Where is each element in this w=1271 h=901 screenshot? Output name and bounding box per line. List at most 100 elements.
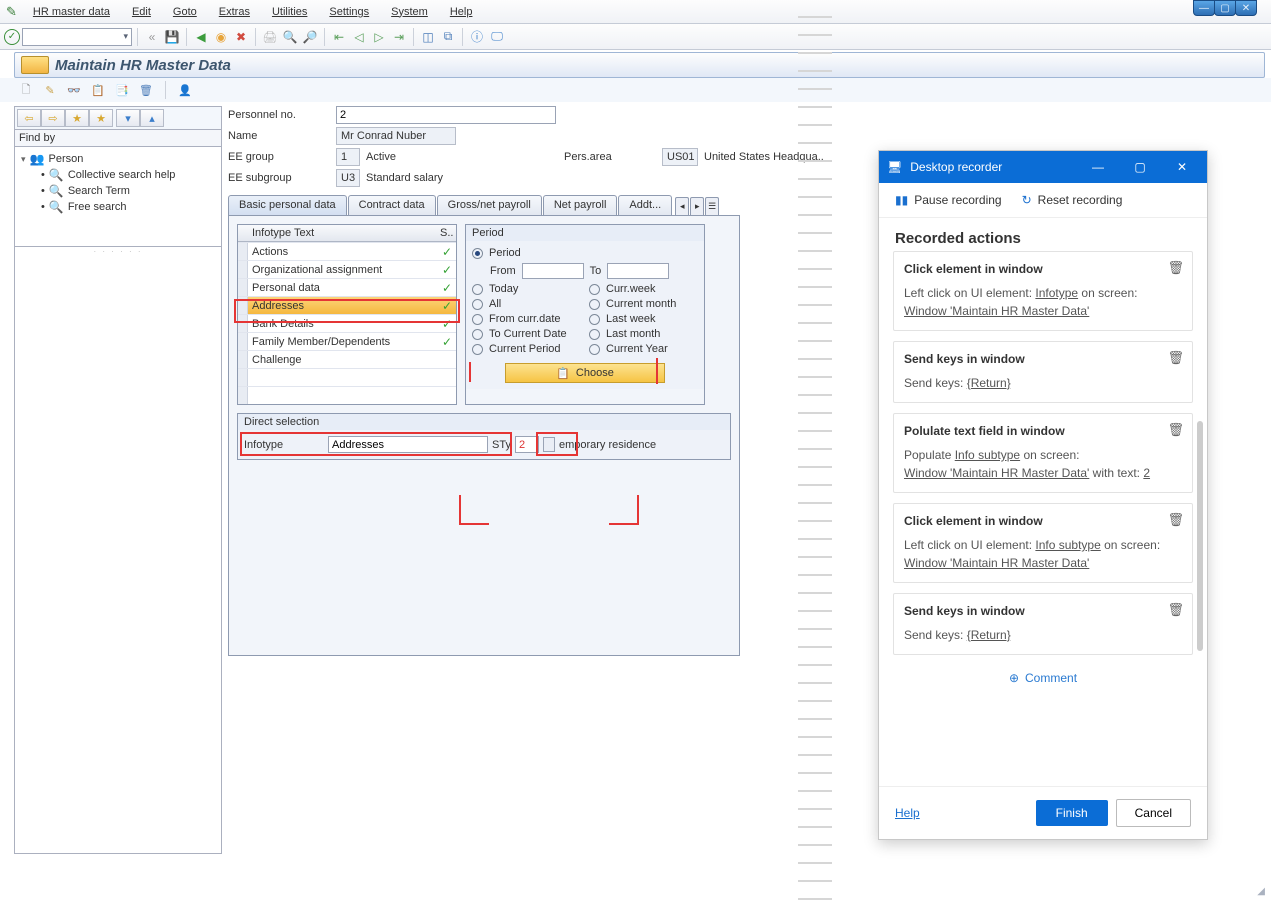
radio-last-week[interactable] [589, 314, 600, 325]
menu-hr-master-data[interactable]: HR master data [23, 4, 120, 20]
tab-scroll-left-icon[interactable]: ◂ [675, 197, 689, 215]
infotype-row[interactable]: Addresses✓ [238, 296, 456, 314]
infotype-row[interactable]: Actions✓ [238, 242, 456, 260]
tab-basic-personal-data[interactable]: Basic personal data [228, 195, 347, 215]
last-page-icon[interactable]: ⇥ [390, 28, 408, 46]
delete-action-icon[interactable]: 🗑 [1167, 350, 1184, 366]
tree-expand-icon[interactable]: ▾ [116, 109, 140, 127]
input-personnel-no[interactable] [336, 106, 556, 124]
infotype-row[interactable]: Challenge [238, 350, 456, 368]
infotype-row[interactable]: Organizational assignment✓ [238, 260, 456, 278]
tree-star1-icon[interactable]: ★ [65, 109, 89, 127]
menu-utilities[interactable]: Utilities [262, 4, 317, 20]
layout-icon[interactable]: 🖵 [488, 28, 506, 46]
radio-from-curr-date[interactable] [472, 314, 483, 325]
prev-page-icon[interactable]: ◁ [350, 28, 368, 46]
copy-icon[interactable]: 📋 [90, 82, 106, 98]
recorder-maximize-button[interactable]: ▢ [1123, 151, 1157, 183]
action-card[interactable]: 🗑Send keys in windowSend keys: {Return} [893, 593, 1193, 655]
action-card[interactable]: 🗑Polulate text field in windowPopulate I… [893, 413, 1193, 493]
pause-recording-button[interactable]: ▮▮Pause recording [895, 193, 1002, 207]
help-link[interactable]: Help [895, 806, 920, 820]
recorder-close-button[interactable]: ✕ [1165, 151, 1199, 183]
action-card[interactable]: 🗑Send keys in windowSend keys: {Return} [893, 341, 1193, 403]
input-sty[interactable] [515, 436, 539, 453]
find-next-icon[interactable]: 🔎 [301, 28, 319, 46]
menu-edit[interactable]: Edit [122, 4, 161, 20]
add-comment-button[interactable]: ⊕Comment [893, 665, 1193, 691]
radio-current-month[interactable] [589, 299, 600, 310]
display-icon[interactable]: 👓 [66, 82, 82, 98]
help-icon[interactable]: ⓘ [468, 28, 486, 46]
reset-recording-button[interactable]: ↻Reset recording [1022, 193, 1123, 207]
radio-to-current-date[interactable] [472, 329, 483, 340]
infotype-row[interactable]: Bank Details✓ [238, 314, 456, 332]
tab-list-icon[interactable]: ☰ [705, 197, 719, 215]
menu-extras[interactable]: Extras [209, 4, 260, 20]
action-card[interactable]: 🗑Click element in windowLeft click on UI… [893, 503, 1193, 583]
menu-system[interactable]: System [381, 4, 438, 20]
menu-settings[interactable]: Settings [319, 4, 379, 20]
next-page-icon[interactable]: ▷ [370, 28, 388, 46]
create-icon[interactable]: 🗋 [18, 82, 34, 98]
radio-all[interactable] [472, 299, 483, 310]
back-icon[interactable]: « [143, 28, 161, 46]
print-icon[interactable]: 🖨 [261, 28, 279, 46]
tree-collapse-icon[interactable]: ▴ [140, 109, 164, 127]
radio-current-period[interactable] [472, 344, 483, 355]
close-button[interactable]: ✕ [1235, 0, 1257, 16]
minimize-button[interactable]: — [1193, 0, 1215, 16]
search-help-icon[interactable] [543, 437, 555, 452]
nav-cancel-icon[interactable]: ✖ [232, 28, 250, 46]
radio-period[interactable] [472, 248, 483, 259]
command-field[interactable]: ▾ [22, 28, 132, 46]
tab-contract-data[interactable]: Contract data [348, 195, 436, 215]
scrollbar-thumb[interactable] [1197, 421, 1203, 651]
tab-gross-net-payroll[interactable]: Gross/net payroll [437, 195, 542, 215]
delete-action-icon[interactable]: 🗑 [1167, 260, 1184, 276]
input-infotype[interactable] [328, 436, 488, 453]
tab-additional[interactable]: Addt... [618, 195, 672, 215]
input-to[interactable] [607, 263, 669, 279]
infotype-row[interactable]: Family Member/Dependents✓ [238, 332, 456, 350]
change-icon[interactable]: ✎ [42, 82, 58, 98]
finish-button[interactable]: Finish [1036, 800, 1108, 826]
tree-item-free-search[interactable]: •🔍Free search [19, 199, 217, 215]
menu-goto[interactable]: Goto [163, 4, 207, 20]
tab-net-payroll[interactable]: Net payroll [543, 195, 618, 215]
delete-icon[interactable]: 🗑 [138, 82, 154, 98]
maximize-button[interactable]: ▢ [1214, 0, 1236, 16]
radio-last-month[interactable] [589, 329, 600, 340]
menu-help[interactable]: Help [440, 4, 483, 20]
input-from[interactable] [522, 263, 584, 279]
recorder-minimize-button[interactable]: — [1081, 151, 1115, 183]
radio-current-year[interactable] [589, 344, 600, 355]
delimit-icon[interactable]: 📑 [114, 82, 130, 98]
tree-back-icon[interactable]: ⇦ [17, 109, 41, 127]
tree-star2-icon[interactable]: ★ [89, 109, 113, 127]
nav-exit-icon[interactable]: ◉ [212, 28, 230, 46]
shortcut-icon[interactable]: ⧉ [439, 28, 457, 46]
tree-root-person[interactable]: ▾👥Person [19, 151, 217, 167]
find-icon[interactable]: 🔍 [281, 28, 299, 46]
nav-back-icon[interactable]: ◀ [192, 28, 210, 46]
overview-icon[interactable]: 👤 [177, 82, 193, 98]
choose-button[interactable]: 📋 Choose [505, 363, 665, 383]
new-session-icon[interactable]: ◫ [419, 28, 437, 46]
tree-item-collective-search[interactable]: •🔍Collective search help [19, 167, 217, 183]
delete-action-icon[interactable]: 🗑 [1167, 602, 1184, 618]
cancel-button[interactable]: Cancel [1116, 799, 1191, 827]
action-card[interactable]: 🗑Click element in windowLeft click on UI… [893, 251, 1193, 331]
first-page-icon[interactable]: ⇤ [330, 28, 348, 46]
delete-action-icon[interactable]: 🗑 [1167, 512, 1184, 528]
delete-action-icon[interactable]: 🗑 [1167, 422, 1184, 438]
tree-item-search-term[interactable]: •🔍Search Term [19, 183, 217, 199]
radio-curr-week[interactable] [589, 284, 600, 295]
resize-grip-icon[interactable]: ◢ [1257, 886, 1265, 897]
tab-scroll-right-icon[interactable]: ▸ [690, 197, 704, 215]
tree-fwd-icon[interactable]: ⇨ [41, 109, 65, 127]
enter-icon[interactable]: ✓ [4, 29, 20, 45]
radio-today[interactable] [472, 284, 483, 295]
infotype-row[interactable]: Personal data✓ [238, 278, 456, 296]
save-icon[interactable]: 💾 [163, 28, 181, 46]
